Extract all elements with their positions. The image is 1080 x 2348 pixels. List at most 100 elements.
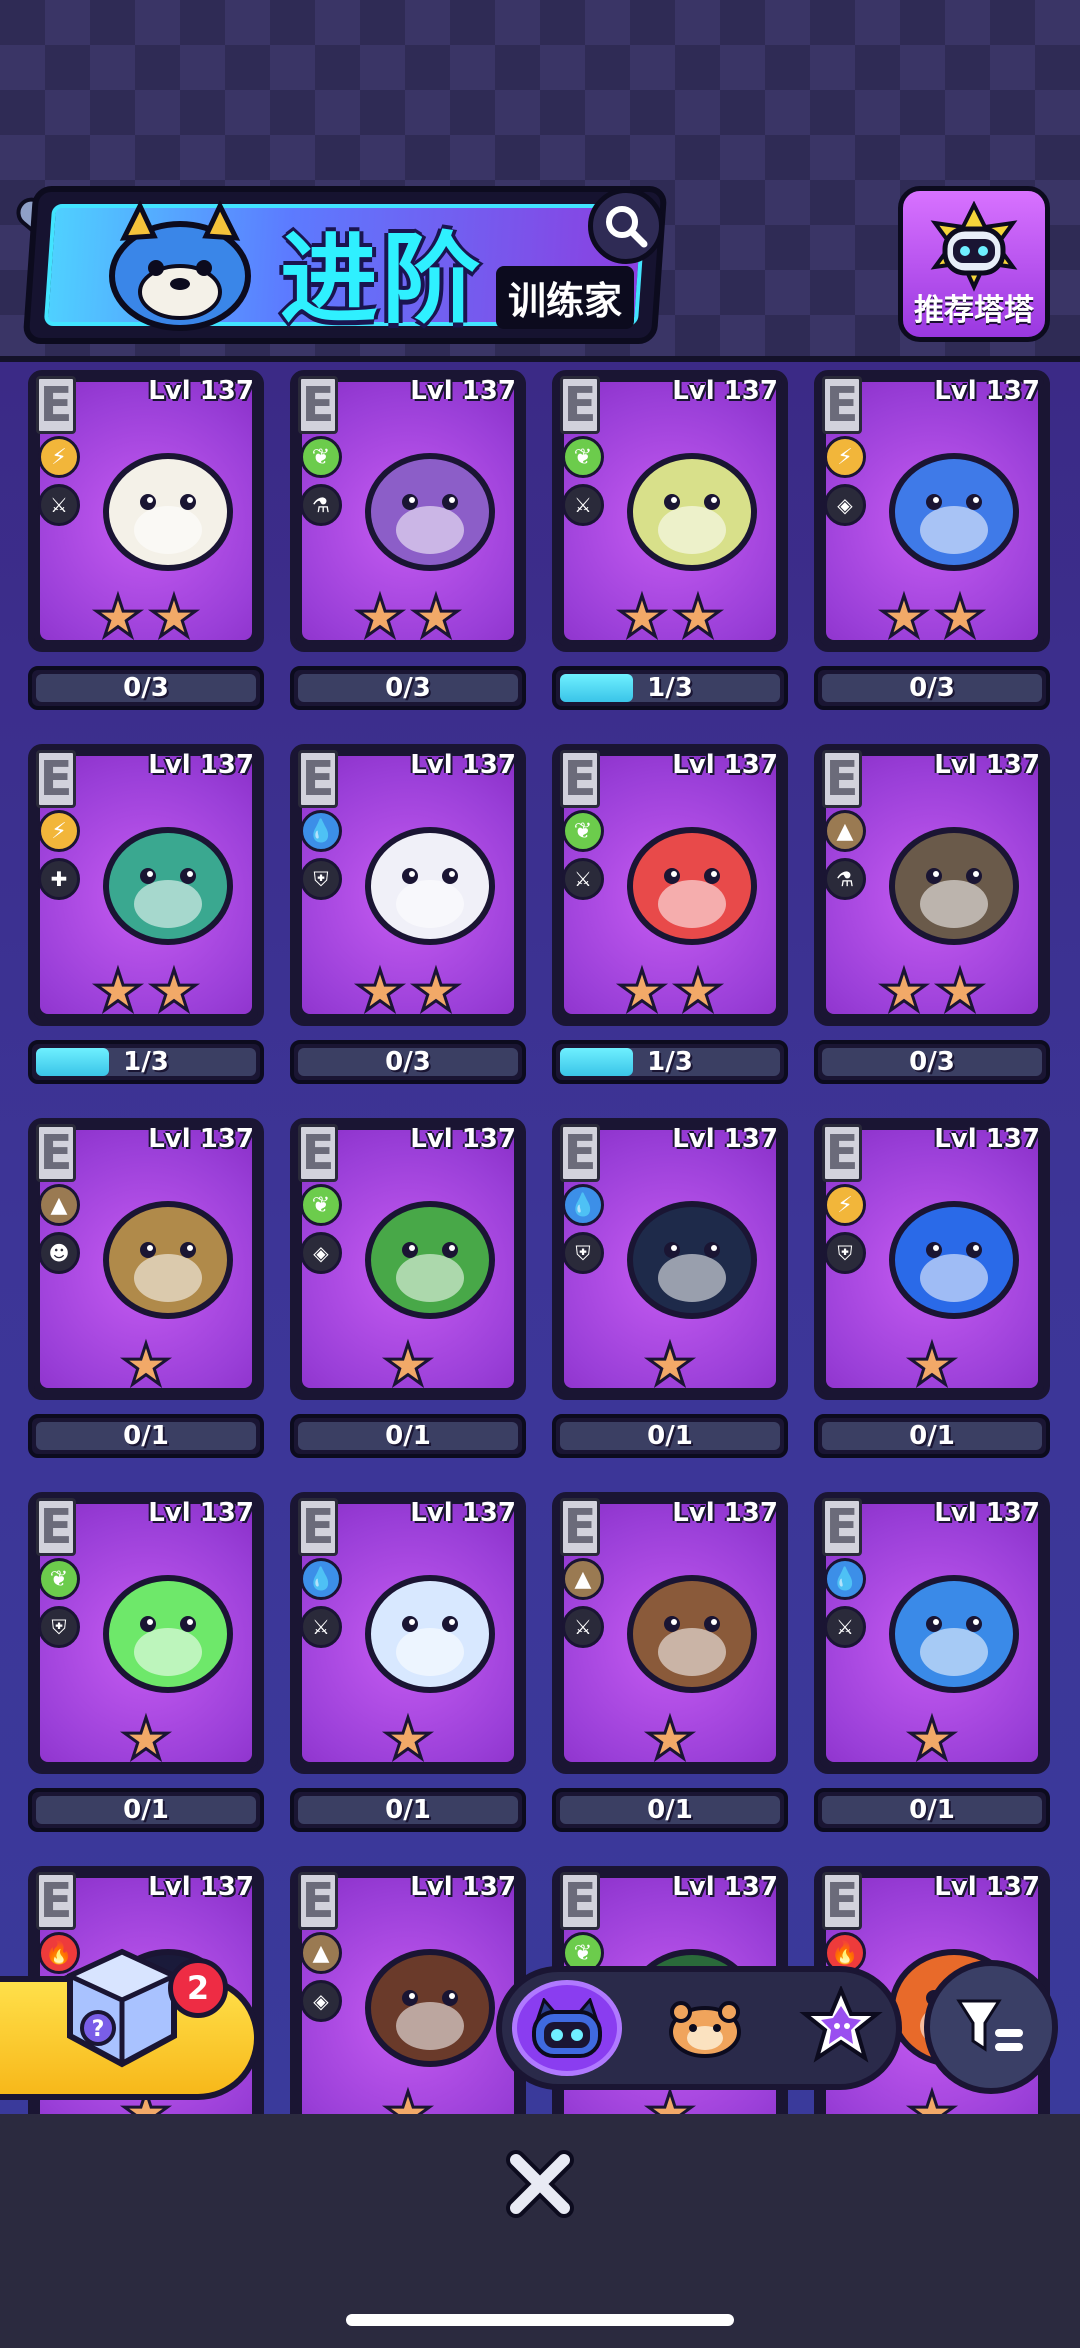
progress-label: 0/3 (909, 1047, 955, 1077)
progress-bar: 1/3 (28, 1040, 264, 1084)
star-icon: ★ (933, 585, 986, 650)
robot-cat-icon (532, 1998, 602, 2058)
close-button[interactable] (496, 2140, 584, 2228)
mystery-box-icon[interactable]: ? (58, 1944, 186, 2072)
progress-bar: 0/3 (290, 1040, 526, 1084)
pet-card[interactable]: E Lvl 137 ⚡ ◈ ★ ★ (814, 370, 1050, 662)
leaf-element-icon: ❦ (38, 1558, 80, 1600)
eye-class-icon: ◈ (300, 1232, 342, 1274)
progress-label: 0/1 (123, 1421, 169, 1451)
star-icon: ★ (353, 585, 406, 650)
progress-bar: 0/1 (552, 1414, 788, 1458)
blue-bat-pet-icon (889, 453, 1019, 571)
star-icon: ★ (671, 959, 724, 1024)
pet-card[interactable]: E Lvl 137 💧 ⚔ ★ (814, 1492, 1050, 1784)
star-icon: ★ (615, 959, 668, 1024)
shield-class-icon: ⛨ (562, 1232, 604, 1274)
robot-cat-icon (930, 201, 1018, 292)
pet-card[interactable]: E Lvl 137 ❦ ⚔ ★ ★ (552, 744, 788, 1036)
level-label: Lvl 137 (410, 750, 516, 780)
star-icon: ★ (671, 585, 724, 650)
pet-card[interactable]: E Lvl 137 ▲ ◈ ★ (290, 1866, 526, 2114)
earth-element-icon: ▲ (38, 1184, 80, 1226)
sword-class-icon: ⚔ (824, 1606, 866, 1648)
pet-card[interactable]: E Lvl 137 ⚡ ✚ ★ ★ (28, 744, 264, 1036)
pet-card[interactable]: E Lvl 137 ❦ ⛨ ★ (28, 1492, 264, 1784)
pet-card[interactable]: E Lvl 137 ⚡ ⛨ ★ (814, 1118, 1050, 1410)
water-element-icon: 💧 (300, 1558, 342, 1600)
mystery-box-count-badge: 2 (168, 1958, 228, 2018)
level-label: Lvl 137 (410, 1872, 516, 1902)
pet-card[interactable]: E Lvl 137 💧 ⚔ ★ (290, 1492, 526, 1784)
flower-bud-pet-icon (627, 827, 757, 945)
pet-card[interactable]: E Lvl 137 ▲ ⚔ ★ (552, 1492, 788, 1784)
page-subtitle: 训练家 (496, 266, 635, 329)
robot-cat-tab[interactable] (512, 1980, 622, 2076)
progress-bar: 0/3 (814, 666, 1050, 710)
star-icon: ★ (147, 959, 200, 1024)
rarity-badge: E (298, 1872, 338, 1930)
flask-class-icon: ⚗ (824, 858, 866, 900)
pet-card[interactable]: E Lvl 137 ⚡ ⚔ ★ ★ (28, 370, 264, 662)
rarity-badge: E (298, 376, 338, 434)
rarity-badge: E (560, 750, 600, 808)
rarity-badge: E (822, 376, 862, 434)
rarity-badge: E (36, 1498, 76, 1556)
hamster-tab[interactable] (650, 1980, 760, 2076)
star-icon: ★ (643, 2081, 696, 2114)
pet-card[interactable]: E Lvl 137 ▲ ⚗ ★ ★ (814, 744, 1050, 1036)
level-label: Lvl 137 (148, 1124, 254, 1154)
earth-element-icon: ▲ (300, 1932, 342, 1974)
star-cat-tab[interactable] (786, 1980, 896, 2076)
leaf-element-icon: ❦ (300, 436, 342, 478)
rarity-badge: E (822, 1124, 862, 1182)
progress-label: 0/1 (385, 1421, 431, 1451)
rarity-badge: E (36, 1872, 76, 1930)
star-icon: ★ (353, 959, 406, 1024)
leaf-element-icon: ❦ (300, 1184, 342, 1226)
level-label: Lvl 137 (934, 376, 1040, 406)
water-element-icon: 💧 (562, 1184, 604, 1226)
progress-label: 0/1 (909, 1795, 955, 1825)
search-button[interactable] (588, 188, 664, 264)
rarity-badge: E (298, 750, 338, 808)
progress-bar: 0/3 (28, 666, 264, 710)
pet-card[interactable]: E Lvl 137 💧 ⛨ ★ (552, 1118, 788, 1410)
filter-sort-button[interactable] (924, 1960, 1058, 2094)
shield-class-icon: ⛨ (38, 1606, 80, 1648)
cross-class-icon: ✚ (38, 858, 80, 900)
rarity-badge: E (298, 1498, 338, 1556)
star-rating: ★ (28, 1336, 264, 1396)
star-icon: ★ (877, 585, 930, 650)
progress-label: 0/1 (909, 1421, 955, 1451)
pet-card[interactable]: E Lvl 137 ❦ ◈ ★ (290, 1118, 526, 1410)
star-icon: ★ (381, 2081, 434, 2114)
shield-class-icon: ⛨ (824, 1232, 866, 1274)
water-element-icon: 💧 (300, 810, 342, 852)
progress-bar: 0/1 (814, 1788, 1050, 1832)
progress-bar: 0/1 (28, 1788, 264, 1832)
star-icon: ★ (643, 1333, 696, 1398)
penguin-pet-icon (627, 1201, 757, 1319)
recommend-tata-button[interactable]: 推荐塔塔 (898, 186, 1050, 342)
rarity-badge: E (822, 750, 862, 808)
pet-card[interactable]: E Lvl 137 💧 ⛨ ★ ★ (290, 744, 526, 1036)
orca-pet-icon (103, 453, 233, 571)
pet-card[interactable]: E Lvl 137 ▲ ☻ ★ (28, 1118, 264, 1410)
progress-bar: 0/1 (552, 1788, 788, 1832)
svg-text:?: ? (92, 2017, 105, 2042)
pet-card[interactable]: E Lvl 137 ❦ ⚔ ★ ★ (552, 370, 788, 662)
progress-bar: 0/3 (290, 666, 526, 710)
progress-label: 0/3 (385, 1047, 431, 1077)
star-icon: ★ (119, 1333, 172, 1398)
octopus-pet-icon (889, 1575, 1019, 1693)
star-rating: ★ ★ (552, 962, 788, 1022)
progress-bar: 1/3 (552, 666, 788, 710)
pet-category-tabs (496, 1966, 902, 2090)
pet-card[interactable]: E Lvl 137 ❦ ⚗ ★ ★ (290, 370, 526, 662)
progress-label: 0/3 (123, 673, 169, 703)
water-element-icon: 💧 (824, 1558, 866, 1600)
shield-class-icon: ⛨ (300, 858, 342, 900)
progress-bar: 0/3 (814, 1040, 1050, 1084)
level-label: Lvl 137 (410, 1498, 516, 1528)
